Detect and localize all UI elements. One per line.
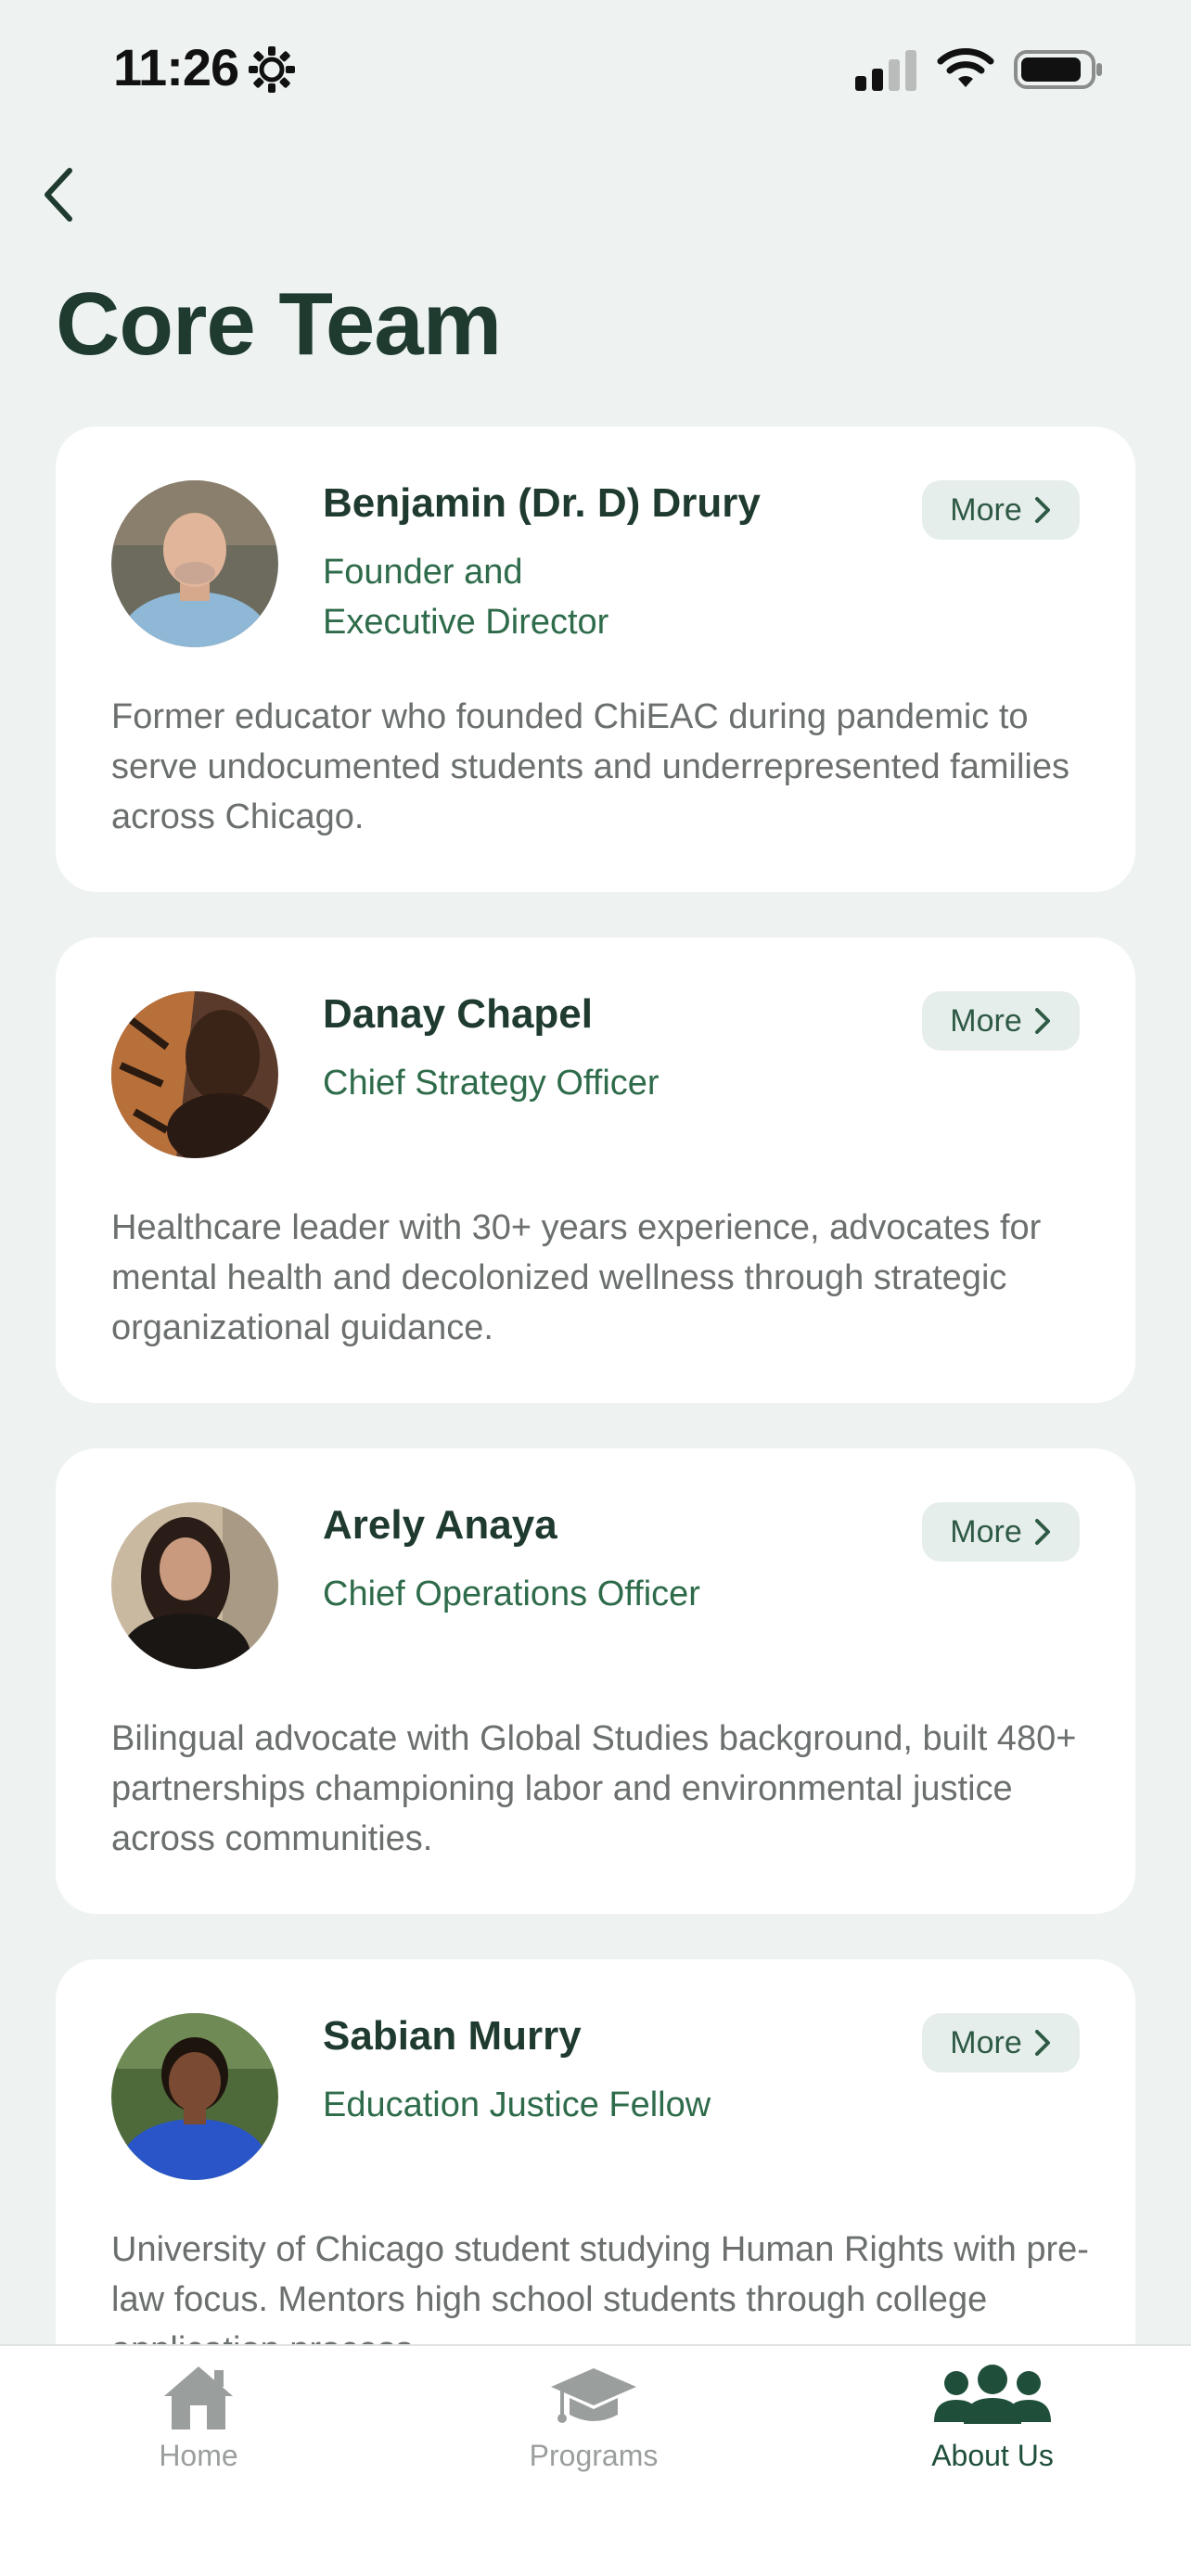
chevron-right-icon — [1034, 2030, 1050, 2056]
tab-programs[interactable]: Programs — [455, 2363, 733, 2502]
team-card: Arely Anaya Chief Operations Officer Mor… — [56, 1448, 1135, 1914]
status-time: 11:26 — [113, 38, 239, 96]
graduation-cap-icon — [551, 2368, 636, 2423]
team-card: Benjamin (Dr. D) Drury Founder and Execu… — [56, 427, 1135, 892]
chevron-right-icon — [1034, 497, 1050, 523]
tab-about-us[interactable]: About Us — [853, 2363, 1132, 2502]
wifi-icon — [937, 48, 994, 87]
tab-bar: Home Programs About Us — [0, 2344, 1191, 2576]
member-bio: Former educator who founded ChiEAC durin… — [111, 697, 1069, 836]
member-role-line: Chief Operations Officer — [323, 1575, 700, 1613]
member-name: Arely Anaya — [323, 1502, 557, 1548]
more-button-label: More — [950, 491, 1022, 528]
member-role-line: Executive Director — [323, 603, 609, 642]
avatar — [111, 480, 278, 647]
member-role-line: Chief Strategy Officer — [323, 1064, 660, 1103]
screen: 11:26 Core Team Benjamin (Dr. D) Drury F… — [0, 0, 1191, 2576]
member-role: Chief Operations Officer — [323, 1569, 722, 1619]
tab-label: Home — [159, 2439, 238, 2472]
more-button[interactable]: More — [922, 1502, 1080, 1562]
gear-icon — [249, 46, 295, 93]
chevron-right-icon — [1034, 1008, 1050, 1034]
member-role-line: Founder and — [323, 553, 523, 592]
more-button[interactable]: More — [922, 2013, 1080, 2072]
chevron-right-icon — [1034, 1519, 1050, 1545]
tab-label: Programs — [529, 2439, 659, 2472]
more-button-label: More — [950, 2024, 1022, 2060]
chevron-left-icon — [45, 168, 72, 222]
member-bio: Healthcare leader with 30+ years experie… — [111, 1208, 1042, 1347]
tab-label: About Us — [931, 2439, 1054, 2472]
home-icon — [164, 2366, 233, 2429]
member-role: Education Justice Fellow — [323, 2080, 722, 2130]
member-role: Founder and Executive Director — [323, 547, 722, 647]
member-bio: Bilingual advocate with Global Studies b… — [111, 1719, 1077, 1858]
back-button[interactable] — [26, 158, 91, 232]
cellular-signal-icon — [855, 50, 916, 91]
avatar — [111, 991, 278, 1158]
avatar — [111, 2013, 278, 2180]
team-card: Danay Chapel Chief Strategy Officer More… — [56, 937, 1135, 1403]
tab-home[interactable]: Home — [59, 2363, 338, 2502]
more-button[interactable]: More — [922, 991, 1080, 1051]
member-role: Chief Strategy Officer — [323, 1058, 722, 1108]
more-button[interactable]: More — [922, 480, 1080, 540]
more-button-label: More — [950, 1513, 1022, 1549]
people-icon — [934, 2365, 1051, 2424]
more-button-label: More — [950, 1002, 1022, 1039]
battery-icon — [1014, 50, 1102, 89]
avatar — [111, 1502, 278, 1669]
member-name: Sabian Murry — [323, 2013, 582, 2059]
member-name: Benjamin (Dr. D) Drury — [323, 480, 761, 526]
member-role-line: Education Justice Fellow — [323, 2085, 711, 2124]
status-bar: 11:26 — [0, 0, 1191, 139]
member-name: Danay Chapel — [323, 991, 593, 1037]
page-title: Core Team — [56, 274, 502, 374]
